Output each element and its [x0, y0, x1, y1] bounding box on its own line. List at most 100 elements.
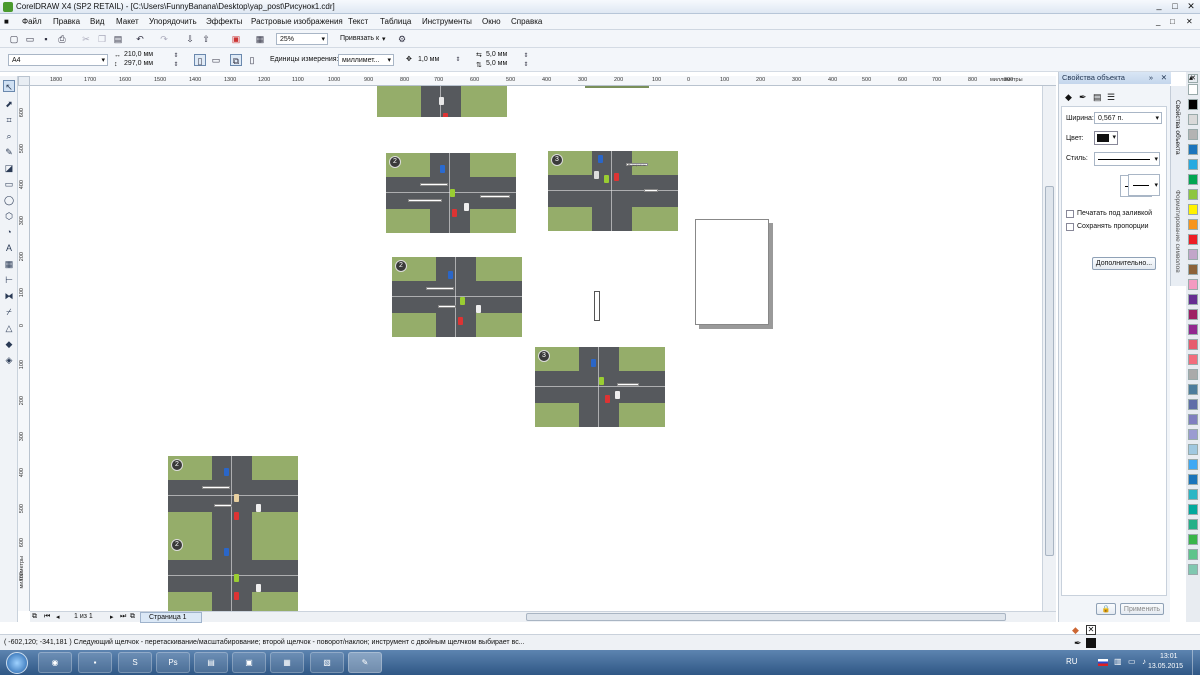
- menu-text[interactable]: Текст: [348, 17, 368, 26]
- undo-icon[interactable]: ↶: [134, 33, 146, 45]
- smart-fill-icon[interactable]: ◪: [3, 162, 15, 174]
- palette-swatch[interactable]: [1188, 309, 1198, 320]
- fill-indicator-icon[interactable]: ◆: [1072, 625, 1079, 636]
- palette-swatch[interactable]: [1188, 429, 1198, 440]
- menu-view[interactable]: Вид: [90, 17, 104, 26]
- interactive-fill-icon[interactable]: ◈: [3, 354, 15, 366]
- landscape-icon[interactable]: ▭: [210, 54, 222, 66]
- small-rectangle-object[interactable]: [594, 291, 600, 321]
- side-tab-character-formatting[interactable]: Форматирование символов: [1174, 190, 1181, 273]
- palette-swatch[interactable]: [1188, 114, 1198, 125]
- palette-swatch[interactable]: [1188, 369, 1198, 380]
- menu-layout[interactable]: Макет: [116, 17, 139, 26]
- dup-y-spin-icon[interactable]: ⇕: [520, 59, 532, 71]
- text-tool-icon[interactable]: A: [3, 242, 15, 254]
- ellipse-tool-icon[interactable]: ◯: [3, 194, 15, 206]
- nudge-spin-icon[interactable]: ⇕: [452, 54, 464, 66]
- palette-swatch[interactable]: [1188, 159, 1198, 170]
- partial-object-top[interactable]: [585, 86, 649, 88]
- app-task-icon-1[interactable]: ▣: [232, 652, 266, 673]
- outline-width-select[interactable]: 0,567 п. ▾: [1094, 112, 1162, 124]
- palette-swatch[interactable]: [1188, 174, 1198, 185]
- print-icon[interactable]: ⎙: [56, 33, 68, 45]
- tray-monitor-icon[interactable]: ▭: [1128, 657, 1136, 666]
- menu-icon[interactable]: ■: [4, 17, 9, 26]
- outline-tool-icon[interactable]: △: [3, 322, 15, 334]
- palette-swatch[interactable]: [1188, 144, 1198, 155]
- palette-swatch[interactable]: [1188, 339, 1198, 350]
- flag-icon[interactable]: [1098, 659, 1108, 666]
- fill-tab-icon[interactable]: ◆: [1065, 92, 1072, 103]
- intersection-thumbnail[interactable]: 2: [168, 536, 298, 611]
- palette-swatch[interactable]: [1188, 549, 1198, 560]
- tray-volume-icon[interactable]: ♪: [1142, 657, 1146, 666]
- docker-collapse-icon[interactable]: »: [1149, 72, 1153, 84]
- coreldraw-task-icon[interactable]: ✎: [348, 652, 382, 673]
- redo-icon[interactable]: ↷: [158, 33, 170, 45]
- shape-tool-icon[interactable]: ⬈: [3, 98, 15, 110]
- language-indicator[interactable]: RU: [1066, 657, 1078, 666]
- side-tab-object-properties[interactable]: Свойства объекта: [1174, 100, 1181, 155]
- start-button-icon[interactable]: [6, 652, 28, 674]
- intersection-thumbnail[interactable]: 3: [535, 347, 665, 427]
- palette-swatch[interactable]: [1188, 414, 1198, 425]
- rectangle-tool-icon[interactable]: ▭: [3, 178, 15, 190]
- options-icon[interactable]: ⚙: [396, 33, 408, 45]
- palette-swatch[interactable]: [1188, 204, 1198, 215]
- page-add-icon[interactable]: ⧉: [32, 613, 37, 621]
- menu-bitmaps[interactable]: Растровые изображения: [251, 17, 343, 26]
- explorer-task-icon[interactable]: ▤: [194, 652, 228, 673]
- palette-swatch[interactable]: [1188, 504, 1198, 515]
- clock-time[interactable]: 13:01: [1160, 653, 1178, 660]
- palette-swatch[interactable]: [1188, 234, 1198, 245]
- new-icon[interactable]: ▢: [8, 33, 20, 45]
- outline-style-select[interactable]: ▾: [1094, 152, 1160, 166]
- menu-help[interactable]: Справка: [511, 17, 542, 26]
- print-behind-fill-checkbox[interactable]: [1066, 210, 1074, 218]
- vscroll-thumb[interactable]: [1045, 186, 1054, 556]
- end-arrow-select[interactable]: ▾: [1128, 174, 1160, 196]
- palette-swatch[interactable]: [1188, 249, 1198, 260]
- docker-close-icon[interactable]: ✕: [1161, 72, 1167, 84]
- palette-swatch[interactable]: [1188, 399, 1198, 410]
- menu-window[interactable]: Окно: [482, 17, 501, 26]
- paste-icon[interactable]: ▤: [112, 33, 124, 45]
- intersection-thumbnail[interactable]: [377, 86, 507, 117]
- minimize-button[interactable]: _: [1152, 1, 1166, 12]
- palette-swatch[interactable]: [1188, 489, 1198, 500]
- eyedropper-icon[interactable]: ⌿: [3, 306, 15, 318]
- menu-arrange[interactable]: Упорядочить: [149, 17, 197, 26]
- palette-swatch[interactable]: [1188, 444, 1198, 455]
- outline-color-picker[interactable]: ▾: [1094, 131, 1118, 145]
- units-select[interactable]: миллимет... ▾: [338, 54, 394, 66]
- snap-dropdown-icon[interactable]: ▾: [382, 35, 386, 43]
- all-pages-icon[interactable]: ⧉: [230, 54, 242, 66]
- tray-network-icon[interactable]: ▥: [1114, 657, 1122, 666]
- export-icon[interactable]: ⇧: [200, 33, 212, 45]
- general-tab-icon[interactable]: ▤: [1093, 92, 1102, 103]
- welcome-screen-icon[interactable]: ▦: [254, 33, 266, 45]
- advanced-button[interactable]: Дополнительно...: [1092, 257, 1156, 270]
- palette-swatch[interactable]: [1188, 99, 1198, 110]
- details-tab-icon[interactable]: ☰: [1107, 92, 1115, 103]
- palette-swatch[interactable]: [1188, 534, 1198, 545]
- menu-tools[interactable]: Инструменты: [422, 17, 472, 26]
- palette-swatch[interactable]: [1188, 189, 1198, 200]
- page-a4-outline[interactable]: [695, 219, 769, 325]
- maximize-button[interactable]: □: [1168, 1, 1182, 12]
- doc-close-button[interactable]: ✕: [1186, 17, 1193, 26]
- zoom-tool-icon[interactable]: ⌕: [3, 130, 15, 142]
- vertical-scrollbar[interactable]: [1042, 86, 1056, 611]
- palette-swatch[interactable]: [1188, 324, 1198, 335]
- nudge-distance-field[interactable]: 1,0 мм: [418, 56, 439, 63]
- outline-tab-icon[interactable]: ✒: [1079, 92, 1087, 103]
- menu-edit[interactable]: Правка: [53, 17, 80, 26]
- paper-type-select[interactable]: A4 ▾: [8, 54, 108, 66]
- ruler-origin[interactable]: [18, 76, 30, 86]
- height-spin-icon[interactable]: ⇕: [170, 59, 182, 71]
- application-launcher-icon[interactable]: ▣: [230, 33, 242, 45]
- current-page-icon[interactable]: ▯: [246, 54, 258, 66]
- intersection-thumbnail[interactable]: 2: [392, 257, 522, 337]
- pick-tool-icon[interactable]: ↖: [3, 80, 15, 92]
- freehand-tool-icon[interactable]: ✎: [3, 146, 15, 158]
